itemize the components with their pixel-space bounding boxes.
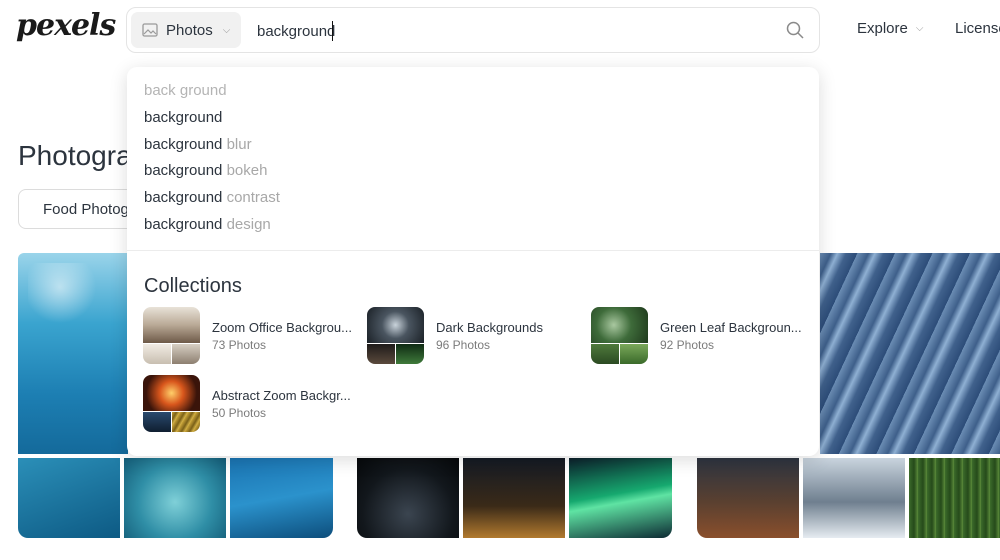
collections-heading: Collections [144, 275, 242, 297]
suggestion-item[interactable]: background blur [144, 136, 252, 153]
collage-main-image [367, 307, 424, 343]
collage-main-image [143, 375, 200, 411]
suggestion-match: background [144, 109, 223, 126]
collage-image [620, 344, 648, 364]
suggestion-match: background [144, 136, 223, 153]
collection-name: Abstract Zoom Backgr... [212, 388, 351, 403]
search-bar: Photos ⌵ [126, 7, 820, 53]
thumbnail-photo[interactable] [18, 458, 120, 538]
collection-collage [367, 307, 424, 364]
text-cursor [332, 21, 333, 41]
suggestion-completion: design [222, 216, 271, 233]
suggestion-completion: contrast [222, 189, 280, 206]
suggestion-item[interactable]: background bokeh [144, 162, 267, 179]
collage-image [172, 344, 200, 364]
nav-explore[interactable]: Explore ⌵ [857, 20, 923, 37]
collage-image [143, 344, 171, 364]
chevron-down-icon: ⌵ [222, 24, 231, 36]
collection-card[interactable]: Green Leaf Backgroun... 92 Photos [591, 307, 806, 365]
suggestion-completion: bokeh [222, 162, 268, 179]
thumbnail-photo[interactable] [697, 458, 799, 538]
thumbnail-photo[interactable] [909, 458, 1000, 538]
thumbnail-photo[interactable] [463, 458, 565, 538]
collection-card[interactable]: Dark Backgrounds 96 Photos [367, 307, 582, 365]
suggestion-item[interactable]: back ground [144, 82, 227, 99]
pexels-logo[interactable]: pexels [16, 8, 116, 43]
collection-name: Dark Backgrounds [436, 320, 543, 335]
suggestion-match: background [144, 162, 223, 179]
collection-count: 96 Photos [436, 338, 491, 352]
suggestion-match: background [144, 189, 223, 206]
collection-card[interactable]: Zoom Office Backgrou... 73 Photos [143, 307, 358, 365]
image-icon [142, 23, 158, 37]
section-title: Photogra [18, 140, 132, 171]
thumbnail-photo[interactable] [124, 458, 226, 538]
divider [127, 250, 819, 251]
search-suggestions-dropdown: back ground background background blur b… [127, 67, 819, 456]
collection-name: Green Leaf Backgroun... [660, 320, 802, 335]
collection-name: Zoom Office Backgrou... [212, 320, 352, 335]
photo-aerial-terrain[interactable] [820, 253, 1000, 454]
thumbnail-photo[interactable] [569, 458, 672, 538]
collection-count: 92 Photos [660, 338, 715, 352]
collage-image [367, 344, 395, 364]
collection-collage [143, 307, 200, 364]
thumbnail-photo[interactable] [230, 458, 333, 538]
collage-image [172, 412, 200, 432]
collage-image [396, 344, 424, 364]
collection-collage [143, 375, 200, 432]
nav-explore-label: Explore [857, 20, 908, 37]
media-type-dropdown[interactable]: Photos ⌵ [131, 12, 241, 48]
suggestion-text: back ground [144, 82, 227, 99]
media-type-label: Photos [166, 21, 213, 39]
collage-main-image [143, 307, 200, 343]
collage-image [591, 344, 619, 364]
collection-count: 50 Photos [212, 406, 267, 420]
search-icon[interactable] [785, 20, 805, 40]
collage-image [143, 412, 171, 432]
top-header: pexels Photos ⌵ Explore ⌵ License [0, 0, 1000, 60]
nav-license[interactable]: License [955, 20, 1000, 37]
chevron-down-icon: ⌵ [915, 23, 924, 34]
suggestion-item[interactable]: background [144, 109, 222, 126]
photo-underwater[interactable] [18, 253, 128, 454]
suggestion-item[interactable]: background design [144, 216, 271, 233]
suggestion-item[interactable]: background contrast [144, 189, 280, 206]
thumbnail-photo[interactable] [803, 458, 905, 538]
suggestion-completion: blur [222, 136, 252, 153]
collection-count: 73 Photos [212, 338, 267, 352]
collection-card[interactable]: Abstract Zoom Backgr... 50 Photos [143, 375, 358, 433]
collage-main-image [591, 307, 648, 343]
collection-collage [591, 307, 648, 364]
thumbnail-photo[interactable] [357, 458, 459, 538]
suggestion-match: background [144, 216, 223, 233]
